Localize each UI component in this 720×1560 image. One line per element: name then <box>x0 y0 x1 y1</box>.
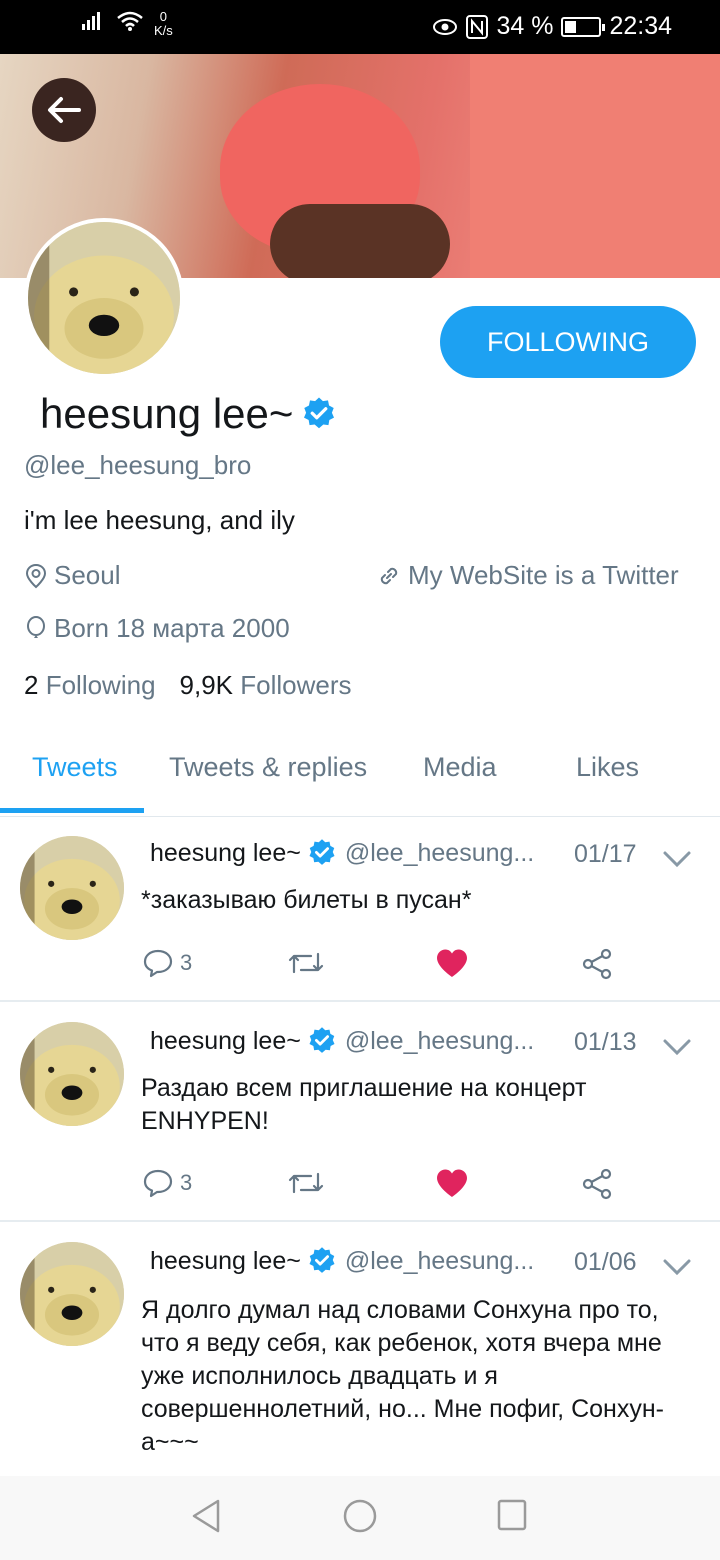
tweet-actions: 3 <box>140 1168 620 1208</box>
tweet-text: *заказываю билеты в пусан* <box>141 886 472 914</box>
profile-location: Seoul <box>24 560 121 591</box>
tweet-author-handle: @lee_heesung... <box>344 838 535 867</box>
wifi-icon <box>117 11 143 31</box>
following-stat[interactable]: 2 Following <box>24 670 156 701</box>
like-heart-icon <box>437 949 467 977</box>
bear-avatar-image <box>20 836 124 940</box>
tweet-date: 01/06 <box>574 1248 637 1276</box>
system-navigation-bar <box>0 1476 720 1560</box>
profile-name-row: heesung lee~ <box>40 390 337 438</box>
tweet-author-name[interactable]: heesung lee~ <box>150 1247 301 1276</box>
tweet-author-name[interactable]: heesung lee~ <box>150 1027 301 1056</box>
clock: 22:34 <box>609 12 672 40</box>
tweet-actions: 3 <box>140 948 620 988</box>
tab-tweets[interactable]: Tweets <box>32 752 118 783</box>
tweet-date: 01/17 <box>574 840 637 868</box>
chevron-down-icon[interactable] <box>662 1038 692 1056</box>
chevron-down-icon[interactable] <box>662 1258 692 1276</box>
verified-badge-icon <box>309 839 335 865</box>
battery-percent: 34 % <box>496 12 554 40</box>
tweet[interactable]: heesung lee~ @lee_heesung... 01/17 *зака… <box>0 816 720 1002</box>
tweet-text: Я долго думал над словами Сонхуна про то… <box>141 1296 664 1456</box>
profile-bio: i'm lee heesung, and ily <box>24 505 295 535</box>
tab-tweets-replies[interactable]: Tweets & replies <box>169 752 367 783</box>
profile-avatar[interactable] <box>24 218 184 378</box>
reply-button[interactable]: 3 <box>142 1168 192 1198</box>
following-button[interactable]: FOLLOWING <box>440 306 696 378</box>
tweet[interactable]: heesung lee~ @lee_heesung... 01/13 Разда… <box>0 1002 720 1222</box>
network-speed: 0 K/s <box>154 9 173 38</box>
retweet-button[interactable] <box>287 1168 325 1198</box>
tweet-avatar[interactable] <box>20 1242 124 1346</box>
nav-recents-icon[interactable] <box>496 1498 528 1532</box>
followers-stat[interactable]: 9,9K Followers <box>180 670 352 701</box>
retweet-button[interactable] <box>287 948 325 978</box>
profile-stats: 2 Following 9,9K Followers <box>24 670 352 701</box>
profile-handle: @lee_heesung_bro <box>24 450 252 480</box>
profile-name: heesung lee~ <box>40 390 294 437</box>
chevron-down-icon[interactable] <box>662 850 692 868</box>
eye-comfort-icon <box>433 18 458 35</box>
tweet-text: Раздаю всем приглашение на концерт ENHYP… <box>141 1074 587 1135</box>
tweet-header: heesung lee~ @lee_heesung... <box>150 838 534 868</box>
bear-avatar-image <box>20 1022 124 1126</box>
back-arrow-icon <box>48 97 81 123</box>
birthday-balloon-icon <box>27 615 45 638</box>
location-pin-icon <box>25 563 47 588</box>
share-icon <box>582 948 612 980</box>
verified-badge-icon <box>304 397 335 429</box>
active-tab-indicator <box>0 808 144 813</box>
bear-avatar-image <box>28 222 180 374</box>
bear-avatar-image <box>20 1242 124 1346</box>
banner-fabric <box>470 54 720 278</box>
share-button[interactable] <box>580 1168 614 1200</box>
reply-count: 3 <box>180 1170 193 1195</box>
share-button[interactable] <box>580 948 614 980</box>
back-button[interactable] <box>32 78 96 142</box>
tweet-avatar[interactable] <box>20 1022 124 1126</box>
tab-likes[interactable]: Likes <box>576 752 639 783</box>
tweet-author-name[interactable]: heesung lee~ <box>150 839 301 868</box>
verified-badge-icon <box>309 1247 335 1273</box>
nav-home-icon[interactable] <box>342 1498 378 1534</box>
reply-icon <box>143 1169 173 1198</box>
link-icon <box>380 567 398 584</box>
profile-tabs: Tweets Tweets & replies Media Likes <box>0 730 720 817</box>
tweet-date: 01/13 <box>574 1028 637 1056</box>
banner-hand <box>270 204 450 278</box>
reply-icon <box>143 949 173 978</box>
like-heart-icon <box>437 1169 467 1197</box>
like-button[interactable] <box>435 948 469 978</box>
nav-back-icon[interactable] <box>190 1498 222 1534</box>
profile-birthday: Born 18 марта 2000 <box>24 613 290 644</box>
tweet-author-handle: @lee_heesung... <box>344 1026 535 1055</box>
retweet-icon <box>288 952 324 974</box>
tweet-author-handle: @lee_heesung... <box>344 1246 535 1275</box>
retweet-icon <box>288 1172 324 1194</box>
tweet-header: heesung lee~ @lee_heesung... <box>150 1026 534 1056</box>
tweet-avatar[interactable] <box>20 836 124 940</box>
like-button[interactable] <box>435 1168 469 1198</box>
status-left: 0 K/s <box>82 10 173 38</box>
nfc-icon <box>466 14 489 39</box>
status-bar: 0 K/s 34 % 22:34 <box>0 0 720 54</box>
reply-button[interactable]: 3 <box>142 948 192 978</box>
battery-icon <box>561 16 606 37</box>
tab-media[interactable]: Media <box>423 752 497 783</box>
status-right: 34 % 22:34 <box>432 12 672 41</box>
verified-badge-icon <box>309 1027 335 1053</box>
signal-icon <box>82 12 100 30</box>
tweet-header: heesung lee~ @lee_heesung... <box>150 1246 534 1276</box>
share-icon <box>582 1168 612 1200</box>
reply-count: 3 <box>180 950 193 975</box>
profile-website[interactable]: My WebSite is a Twitter <box>376 560 679 591</box>
tweet[interactable]: heesung lee~ @lee_heesung... 01/06 Я дол… <box>0 1222 720 1476</box>
